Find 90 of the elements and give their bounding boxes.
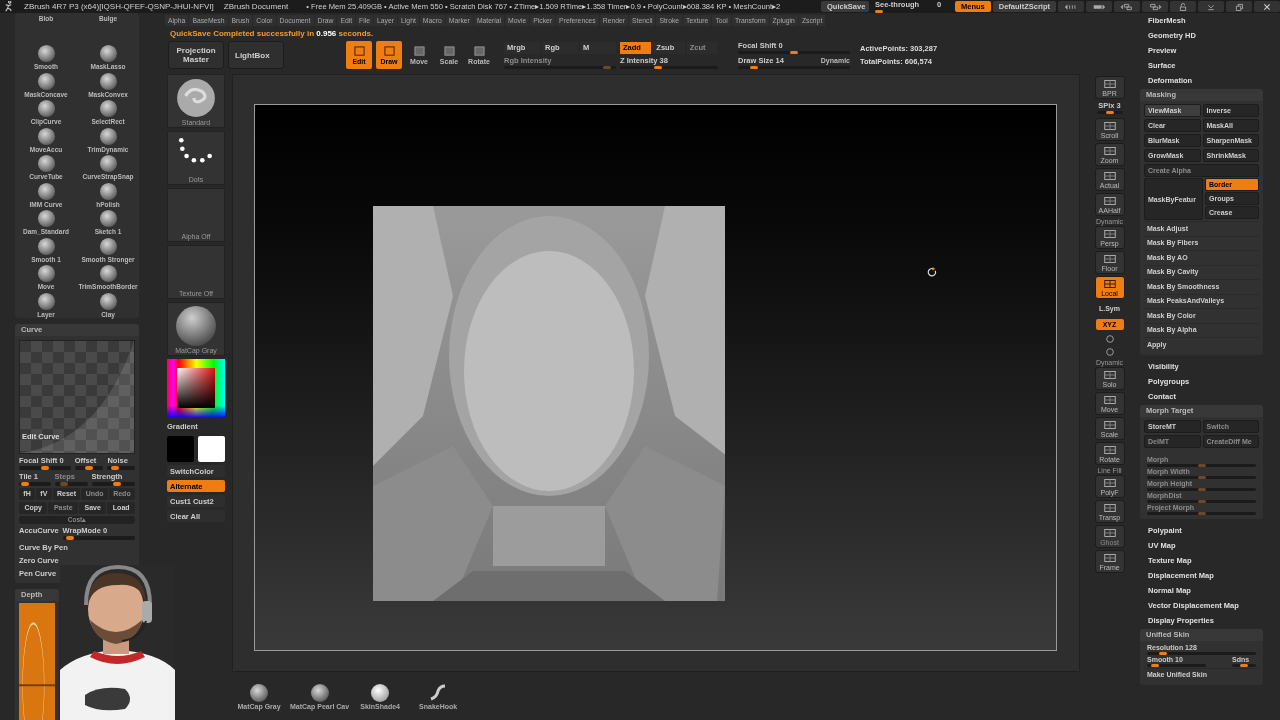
slider-thumb[interactable] xyxy=(1240,663,1248,667)
figure-logo-icon xyxy=(3,1,14,12)
slider[interactable] xyxy=(19,465,71,470)
slider[interactable] xyxy=(62,535,135,540)
brush-sphere-icon xyxy=(36,99,56,118)
brush-sphere-icon xyxy=(98,181,118,201)
brush-sphere-icon xyxy=(98,209,118,228)
rotate-cursor-icon xyxy=(927,267,938,278)
color-picker[interactable] xyxy=(167,359,225,417)
status-message: QuickSave Completed successfully in 0.956 seconds. xyxy=(169,28,375,40)
viewport[interactable] xyxy=(232,74,1080,672)
sphere-icon xyxy=(309,682,330,703)
slider[interactable] xyxy=(19,481,51,486)
projection-master-button[interactable]: Projection Master xyxy=(168,41,224,69)
slider-thumb[interactable] xyxy=(111,465,120,470)
grid-icon xyxy=(1102,195,1117,206)
restore-icon[interactable] xyxy=(1226,1,1252,12)
slider-thumb[interactable] xyxy=(654,65,663,69)
grid-icon xyxy=(1102,369,1117,380)
brush-sphere-icon xyxy=(98,291,118,311)
brush-sphere-icon xyxy=(98,71,118,91)
color-swatch[interactable] xyxy=(167,436,194,462)
scroll-right-icon[interactable] xyxy=(1086,1,1112,12)
scroll-left-icon[interactable] xyxy=(1058,1,1084,12)
layout-icon[interactable] xyxy=(1142,1,1168,12)
color-square[interactable] xyxy=(177,368,215,408)
grid-icon xyxy=(1102,120,1117,131)
brush-sphere-icon xyxy=(36,71,56,91)
slider-thumb[interactable] xyxy=(1159,651,1168,655)
grid-icon xyxy=(1102,394,1117,405)
brush-sphere-icon xyxy=(36,209,56,228)
grid-icon xyxy=(1102,228,1117,239)
grid-icon xyxy=(1102,419,1117,430)
grid-icon xyxy=(1102,502,1117,513)
brush-sphere-icon xyxy=(36,154,56,173)
brush-sphere-icon xyxy=(36,126,56,146)
slider[interactable] xyxy=(91,481,135,486)
slider-thumb[interactable] xyxy=(112,481,121,486)
grid-icon xyxy=(1102,527,1117,538)
slider-thumb[interactable] xyxy=(21,481,30,486)
lock-icon[interactable] xyxy=(1170,1,1196,12)
brush-sphere-icon xyxy=(36,44,56,63)
slider-thumb[interactable] xyxy=(1105,111,1114,114)
grid-icon xyxy=(1102,552,1117,563)
square-icon xyxy=(412,45,426,57)
brush-sphere-icon xyxy=(98,264,118,283)
slider-thumb[interactable] xyxy=(65,535,74,540)
slider-thumb[interactable] xyxy=(874,9,883,13)
grid-icon xyxy=(1102,145,1117,156)
slider-thumb[interactable] xyxy=(85,465,94,470)
grid-icon xyxy=(1102,444,1117,455)
app-title: ZBrush 4R7 P3 (x64)[IQSH-QFEF-QSNP-JHUI-NFVI] xyxy=(24,2,214,11)
document-title: ZBrush Document xyxy=(223,2,289,11)
slider[interactable] xyxy=(107,465,135,470)
grid-icon xyxy=(1102,278,1117,289)
color-swatch[interactable] xyxy=(198,436,225,462)
slider[interactable] xyxy=(74,465,104,470)
brush-sphere-icon xyxy=(98,126,118,146)
sphere-icon xyxy=(370,682,391,703)
minimize-icon[interactable] xyxy=(1198,1,1224,12)
grid-icon xyxy=(1102,253,1117,264)
brush-sphere-icon xyxy=(36,264,56,283)
slider-thumb[interactable] xyxy=(790,51,798,54)
slider[interactable] xyxy=(1232,663,1256,667)
depth-graph[interactable] xyxy=(19,602,55,720)
brush-sphere-icon xyxy=(98,154,118,173)
lightbox-button[interactable]: LightBox xyxy=(228,41,284,69)
slider-thumb[interactable] xyxy=(1151,663,1160,667)
slider-thumb[interactable] xyxy=(750,66,759,69)
layout-icon[interactable] xyxy=(1114,1,1140,12)
square-icon xyxy=(352,45,366,57)
brush-sphere-icon xyxy=(98,44,118,63)
sphere-icon xyxy=(249,682,269,703)
square-icon xyxy=(442,45,456,57)
close-icon[interactable] xyxy=(1254,1,1280,12)
square-icon xyxy=(472,45,486,57)
brush-sphere-icon xyxy=(36,181,56,201)
brush-sphere-icon xyxy=(36,236,56,256)
grid-icon xyxy=(1102,78,1117,89)
slider[interactable] xyxy=(1096,111,1123,114)
sphere-icon xyxy=(174,305,218,347)
brush-sphere-icon xyxy=(98,99,118,118)
grid-icon xyxy=(1102,170,1117,181)
brush-sphere-icon xyxy=(174,77,218,119)
slider-thumb[interactable] xyxy=(40,465,49,470)
brush-sphere-icon xyxy=(98,236,118,256)
slider[interactable] xyxy=(54,481,88,486)
grid-icon xyxy=(1102,477,1117,488)
brush-sphere-icon xyxy=(36,291,56,311)
square-icon xyxy=(382,45,396,57)
